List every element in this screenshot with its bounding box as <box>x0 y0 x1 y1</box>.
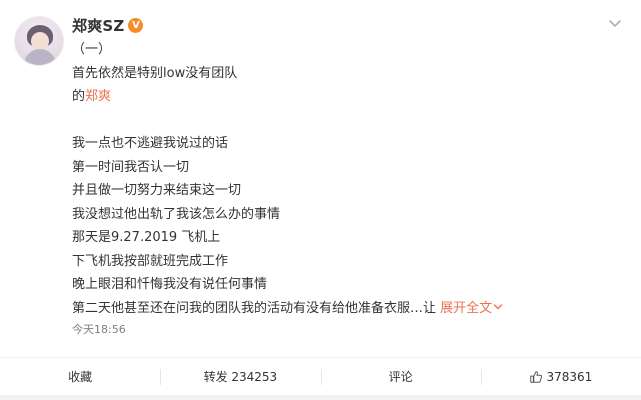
post-line: 我没想过他出轨了我该怎么办的事情 <box>72 206 281 222</box>
like-button[interactable]: 378361 <box>480 367 641 387</box>
expand-label[interactable]: 展开全文 <box>440 301 492 316</box>
post-line: 第一时间我否认一切 <box>72 159 190 175</box>
post-line: 并且做一切努力来结束这一切 <box>72 183 242 198</box>
post-line: 我一点也不逃避我说过的话 <box>72 136 229 151</box>
post-line: 那天是9.27.2019 飞机上 <box>72 230 221 245</box>
comment-label: 评论 <box>388 370 413 384</box>
post-line-text: 的 <box>72 89 86 104</box>
bottom-divider <box>0 395 641 400</box>
mention-link[interactable]: 郑爽 <box>85 89 111 104</box>
post-line: 第二天他甚至还在问我的团队我的活动有没有给他准备衣服…让 展开全文 <box>72 297 621 321</box>
favorite-label: 收藏 <box>68 370 93 384</box>
post-line-text: 第二天他甚至还在问我的团队我的活动有没有给他准备衣服…让 <box>72 300 437 316</box>
post-line-blank <box>72 109 621 133</box>
post-body: （一） 首先依然是特别low没有团队 的郑爽 我一点也不逃避我说过的话 第一时间… <box>72 38 621 320</box>
repost-label: 转发 234253 <box>203 370 278 384</box>
post-line: 下飞机我按部就班完成工作 <box>72 253 229 269</box>
post-line: （一） <box>72 42 112 57</box>
verified-icon: V <box>128 17 144 33</box>
author-row: 郑爽SZ V <box>72 14 144 36</box>
like-icon <box>530 371 543 383</box>
author-name[interactable]: 郑爽SZ <box>72 15 124 36</box>
weibo-post-card: 郑爽SZ V （一） 首先依然是特别low没有团队 的郑爽 我一点也不逃避我说过… <box>0 0 641 357</box>
favorite-button[interactable]: 收藏 <box>0 367 160 387</box>
chevron-down-icon[interactable] <box>608 19 622 29</box>
post-line: 晚上眼泪和忏悔我没有说任何事情 <box>72 277 268 292</box>
avatar[interactable] <box>14 16 64 66</box>
post-line: 的郑爽 <box>72 85 621 109</box>
expand-full-text-link[interactable]: 展开全文 <box>440 301 503 316</box>
expand-chevron-icon[interactable] <box>493 303 503 311</box>
post-timestamp[interactable]: 今天18:56 <box>72 321 126 337</box>
comment-button[interactable]: 评论 <box>320 367 481 387</box>
like-count: 378361 <box>546 370 593 384</box>
post-line: 首先依然是特别low没有团队 <box>72 65 238 81</box>
action-bar: 收藏 转发 234253 评论 378361 <box>0 357 641 396</box>
repost-button[interactable]: 转发 234253 <box>160 367 320 387</box>
